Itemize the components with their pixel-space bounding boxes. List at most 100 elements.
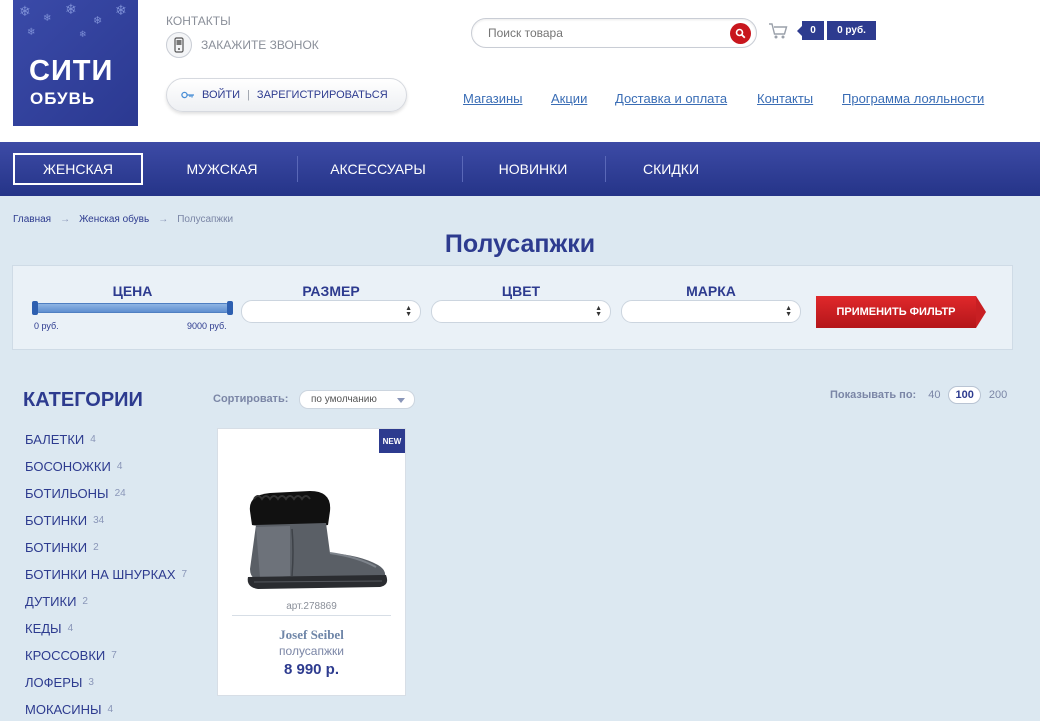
size-select[interactable]: ▲ ▼ [241,300,421,323]
category-name: БОТИНКИ НА ШНУРКАХ [25,567,176,582]
snowflake-icon: ❄ [79,29,87,39]
brand-select[interactable]: ▲ ▼ [621,300,801,323]
snowflake-icon: ❄ [19,3,31,19]
cart-count-badge[interactable]: 0 [797,21,824,40]
category-count: 3 [88,677,94,688]
category-name: БОТИНКИ [25,513,88,528]
nav-new[interactable]: НОВИНКИ [474,153,592,185]
link-contacts[interactable]: Контакты [757,91,813,106]
nav-sale[interactable]: СКИДКИ [616,153,726,185]
logo-text-shoes: ОБУВЬ [30,89,96,108]
category-count: 34 [93,515,105,526]
sort-select[interactable]: по умолчанию [299,390,415,409]
nav-divider [297,156,298,182]
category-name: БОСОНОЖКИ [25,459,111,474]
category-item[interactable]: БОТИНКИ 34 [25,507,187,534]
breadcrumb: Главная → Женская обувь → Полусапжки [13,214,233,225]
main-nav: ЖЕНСКАЯ МУЖСКАЯ АКСЕССУАРЫ НОВИНКИ СКИДК… [0,142,1040,196]
show-by-label: Показывать по: [830,389,917,401]
price-min-handle[interactable] [32,301,38,315]
select-arrows-icon: ▲ ▼ [405,305,412,318]
category-item[interactable]: ДУТИКИ 2 [25,588,187,615]
category-item[interactable]: БОТИЛЬОНЫ 24 [25,480,187,507]
category-count: 4 [107,704,114,715]
nav-divider [605,156,606,182]
sort-label: Сортировать: [213,393,289,405]
show-by: Показывать по: 40 100 200 [830,386,1011,404]
callback-button[interactable]: ЗАКАЖИТЕ ЗВОНОК [166,32,319,58]
auth-pill: ВОЙТИ | ЗАРЕГИСТРИРОВАТЬСЯ [166,78,407,112]
snowflake-icon: ❄ [93,15,103,27]
page-title: Полусапжки [444,230,596,258]
show-by-option-40[interactable]: 40 [928,389,940,401]
snowflake-icon: ❄ [115,2,127,18]
snowflake-icon: ❄ [27,27,36,38]
card-divider [232,615,391,616]
product-image[interactable] [230,481,395,596]
nav-women[interactable]: ЖЕНСКАЯ [13,153,143,185]
category-count: 24 [114,488,126,499]
color-filter-label: ЦВЕТ [501,283,541,299]
category-count: 7 [181,569,188,580]
contacts-link[interactable]: КОНТАКТЫ [166,14,231,28]
breadcrumb-arrow: → [60,214,71,225]
category-name: БАЛЕТКИ [25,432,85,447]
price-range-slider[interactable] [32,301,233,315]
show-by-option-200[interactable]: 200 [989,389,1007,401]
login-link[interactable]: ВОЙТИ [202,89,240,101]
category-name: БОТИЛЬОНЫ [25,486,109,501]
breadcrumb-section[interactable]: Женская обувь [79,214,149,225]
product-sku: арт.278869 [286,601,337,612]
categories-list: БАЛЕТКИ 4 БОСОНОЖКИ 4 БОТИЛЬОНЫ 24 БОТИНКИ 3… [25,426,187,721]
brand-filter-label: МАРКА [686,283,736,299]
category-item[interactable]: ЛОФЕРЫ 3 [25,669,187,696]
link-promotions[interactable]: Акции [551,91,587,106]
category-item[interactable]: БОТИНКИ НА ШНУРКАХ 7 [25,561,187,588]
price-min-label: 0 руб. [34,321,59,331]
price-filter-label: ЦЕНА [112,283,153,299]
category-item[interactable]: БОСОНОЖКИ 4 [25,453,187,480]
cart-sum-badge[interactable]: 0 руб. [827,21,876,40]
category-count: 4 [116,461,123,472]
snowflake-icon: ❄ [43,13,52,24]
link-loyalty[interactable]: Программа лояльности [842,91,984,106]
cart-icon[interactable] [768,22,788,45]
category-item[interactable]: БАЛЕТКИ 4 [25,426,187,453]
snowflake-icon: ❄ [65,1,77,17]
product-card[interactable]: NEW арт.278869 Josef Seibel полусапжки 8… [217,428,406,696]
search-button[interactable] [730,23,751,44]
category-name: КРОССОВКИ [25,648,106,663]
show-by-option-100[interactable]: 100 [948,386,981,404]
select-arrows-icon: ▲ ▼ [595,305,602,318]
category-count: 2 [93,542,99,553]
category-count: 2 [82,596,88,607]
category-name: ДУТИКИ [25,594,77,609]
category-name: ЛОФЕРЫ [25,675,83,690]
size-filter-label: РАЗМЕР [302,283,360,299]
new-badge: NEW [379,429,405,453]
category-item[interactable]: МОКАСИНЫ 4 [25,696,187,721]
price-max-handle[interactable] [227,301,233,315]
phone-icon [166,32,192,58]
site-header: ❄ ❄ ❄ ❄ ❄ ❄ ❄ СИТИ ОБУВЬ КОНТАКТЫ ЗАКАЖИ… [0,0,1040,142]
key-icon [181,91,195,99]
link-delivery[interactable]: Доставка и оплата [615,91,727,106]
color-select[interactable]: ▲ ▼ [431,300,611,323]
category-item[interactable]: КРОССОВКИ 7 [25,642,187,669]
link-stores[interactable]: Магазины [463,91,523,106]
auth-separator: | [247,89,250,101]
category-item[interactable]: КЕДЫ 4 [25,615,187,642]
categories-title: КАТЕГОРИИ [23,389,143,411]
product-brand[interactable]: Josef Seibel [218,627,405,643]
site-logo[interactable]: ❄ ❄ ❄ ❄ ❄ ❄ ❄ СИТИ ОБУВЬ [13,0,138,126]
register-link[interactable]: ЗАРЕГИСТРИРОВАТЬСЯ [257,89,388,101]
breadcrumb-home[interactable]: Главная [13,214,51,225]
callback-label: ЗАКАЖИТЕ ЗВОНОК [201,38,319,52]
search-icon [735,28,746,39]
nav-men[interactable]: МУЖСКАЯ [160,153,284,185]
chevron-down-icon [397,398,405,403]
category-item[interactable]: БОТИНКИ 2 [25,534,187,561]
nav-accessories[interactable]: АКСЕССУАРЫ [308,153,448,185]
apply-filter-button[interactable]: ПРИМЕНИТЬ ФИЛЬТР [816,296,986,328]
search-input[interactable] [488,26,718,40]
